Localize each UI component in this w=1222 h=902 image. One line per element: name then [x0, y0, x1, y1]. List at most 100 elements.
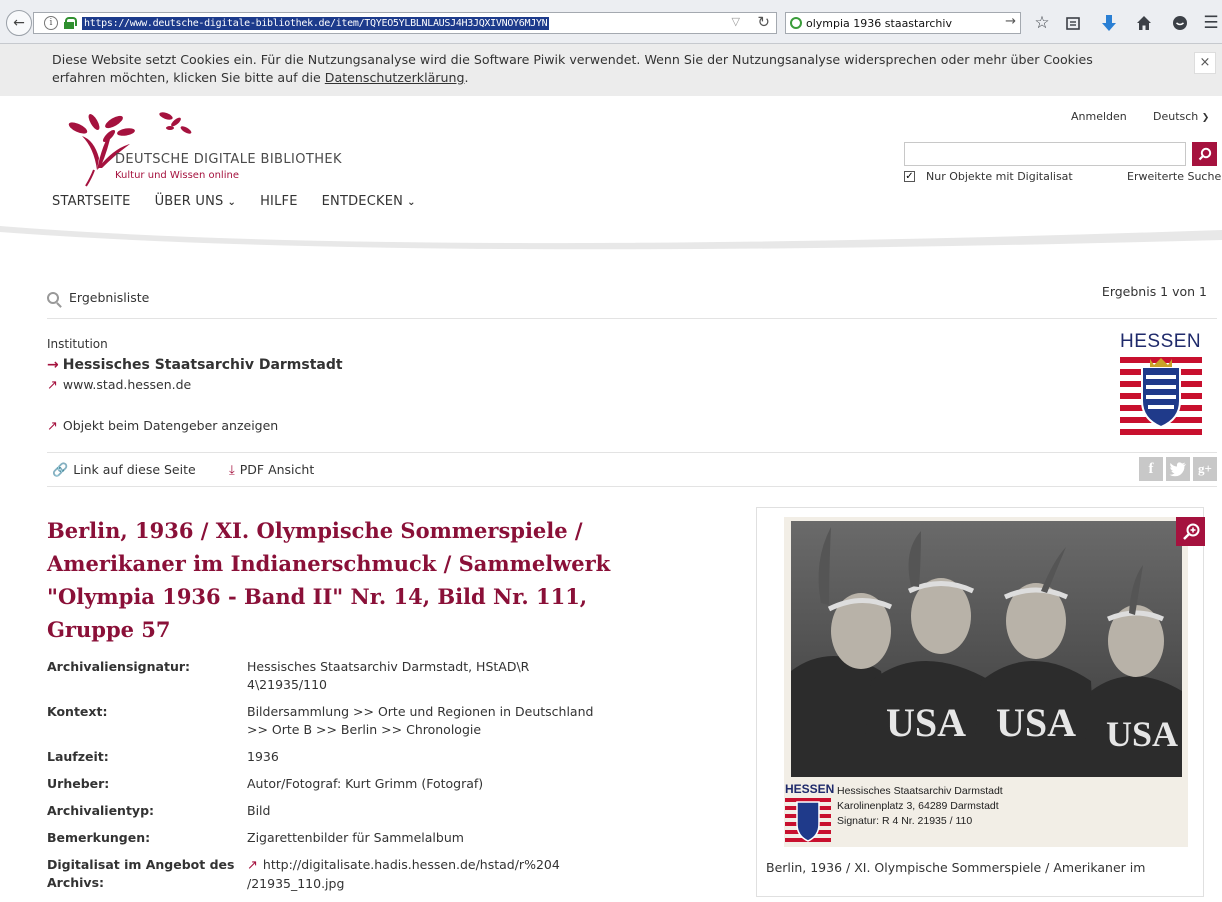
metadata-value: 1936 — [247, 749, 279, 764]
site-search-button[interactable] — [1192, 142, 1217, 166]
login-link[interactable]: Anmelden — [1071, 110, 1127, 123]
arrow-right-icon: → — [47, 357, 59, 373]
address-bar[interactable]: i https://www.deutsche-digitale-biblioth… — [33, 12, 777, 34]
close-icon[interactable]: × — [1194, 52, 1216, 74]
metadata-row: Archivaliensignatur: Hessisches Staatsarc… — [47, 658, 627, 694]
stamp-coat-of-arms-icon — [785, 798, 831, 842]
external-link-icon: ↗ — [47, 378, 58, 393]
metadata-row: Urheber: Autor/Fotograf: Kurt Grimm (Foto… — [47, 775, 627, 793]
search-go-arrow-icon[interactable]: → — [1005, 14, 1016, 29]
nav-discover[interactable]: ENTDECKEN ⌄ — [322, 194, 416, 209]
metadata-value: Autor/Fotograf: Kurt Grimm (Fotograf) — [247, 776, 484, 791]
divider — [47, 452, 1217, 453]
site-search-input[interactable] — [904, 142, 1186, 166]
jersey-text: USA — [1106, 714, 1178, 754]
nav-about[interactable]: ÜBER UNS ⌄ — [155, 194, 237, 209]
chat-icon[interactable] — [1169, 12, 1191, 34]
object-title: Berlin, 1936 / XI. Olympische Sommerspie… — [47, 518, 611, 642]
hessen-coat-of-arms-icon — [1120, 357, 1202, 435]
jersey-text: USA — [886, 700, 966, 745]
chevron-down-icon: ❯ — [1201, 113, 1210, 123]
hessen-logo[interactable]: HESSEN — [1120, 331, 1204, 443]
metadata-row: Archivalientyp: Bild — [47, 802, 627, 820]
metadata-key: Laufzeit: — [47, 749, 109, 764]
view-at-provider-link[interactable]: ↗ Objekt beim Datengeber anzeigen — [47, 418, 278, 434]
nav-home-label: STARTSEITE — [52, 194, 131, 209]
metadata-key: Digitalisat im Angebot des Archivs: — [47, 857, 235, 890]
cookie-period: . — [464, 70, 469, 85]
url-text[interactable]: https://www.deutsche-digitale-bibliothek… — [82, 16, 550, 30]
metadata-row: Digitalisat im Angebot des Archivs: ↗ http… — [47, 856, 627, 893]
permalink-button[interactable]: 🔗 Link auf diese Seite — [52, 462, 196, 478]
metadata-key: Archivaliensignatur: — [47, 659, 191, 674]
institution-link[interactable]: → Hessisches Staatsarchiv Darmstadt — [47, 357, 343, 373]
lock-icon — [64, 17, 77, 29]
hessen-logo-text: HESSEN — [1120, 331, 1202, 352]
nav-help[interactable]: HILFE — [260, 194, 298, 209]
privacy-link[interactable]: Datenschutzerklärung — [325, 70, 465, 85]
metadata-value: Bild — [247, 803, 271, 818]
pdf-view-label: PDF Ansicht — [239, 462, 315, 477]
metadata-key: Bemerkungen: — [47, 830, 151, 845]
language-selector[interactable]: Deutsch ❯ — [1153, 110, 1209, 123]
search-icon — [47, 291, 59, 304]
advanced-search-link[interactable]: Erweiterte Suche — [1127, 170, 1221, 183]
divider — [47, 318, 1217, 319]
browser-search-input[interactable]: olympia 1936 staastarchiv — [806, 17, 952, 30]
only-digitized-checkbox[interactable]: ✓ — [904, 171, 915, 182]
download-icon: ⤓ — [229, 463, 235, 478]
metadata-key: Urheber: — [47, 776, 110, 791]
home-icon[interactable] — [1133, 12, 1155, 34]
logo-subtitle: Kultur und Wissen online — [115, 170, 239, 181]
result-list-label: Ergebnisliste — [69, 290, 150, 305]
institution-name: Hessisches Staatsarchiv Darmstadt — [62, 357, 343, 373]
nav-about-label: ÜBER UNS — [154, 194, 224, 209]
stamp-line: Signatur: R 4 Nr. 21935 / 110 — [837, 815, 973, 827]
digitized-link[interactable]: ↗ http://digitalisate.hadis.hessen.de/hst… — [247, 856, 607, 893]
divider — [47, 486, 1217, 487]
bookmark-star-icon[interactable]: ☆ — [1031, 12, 1053, 34]
cookie-banner: Diese Website setzt Cookies ein. Für die… — [0, 44, 1222, 96]
cookie-message: Diese Website setzt Cookies ein. Für die… — [52, 52, 1093, 85]
reading-list-icon[interactable] — [1062, 12, 1084, 34]
google-plus-icon[interactable]: g+ — [1193, 457, 1217, 481]
result-list-link[interactable]: Ergebnisliste — [47, 290, 149, 305]
dropdown-triangle-icon[interactable]: ▽ — [732, 15, 740, 28]
external-link-icon: ↗ — [247, 858, 258, 873]
browser-search-bar[interactable]: olympia 1936 staastarchiv → — [785, 12, 1021, 34]
institution-url-link[interactable]: ↗ www.stad.hessen.de — [47, 377, 191, 393]
permalink-label: Link auf diese Seite — [73, 462, 196, 477]
view-at-provider-label: Objekt beim Datengeber anzeigen — [62, 418, 279, 433]
menu-icon[interactable]: ☰ — [1200, 12, 1222, 34]
metadata-table: Archivaliensignatur: Hessisches Staatsarc… — [47, 658, 627, 902]
twitter-icon[interactable] — [1166, 457, 1190, 481]
metadata-key: Archivalientyp: — [47, 803, 155, 818]
jersey-text: USA — [996, 700, 1076, 745]
browser-toolbar: ← i https://www.deutsche-digitale-biblio… — [0, 0, 1222, 44]
link-chain-icon: 🔗 — [52, 463, 69, 478]
external-link-icon: ↗ — [47, 419, 58, 434]
stamp-logo-text: HESSEN — [785, 782, 835, 796]
back-arrow-icon[interactable]: ← — [6, 10, 32, 36]
object-photo[interactable]: USA USA USA — [791, 521, 1182, 777]
reload-icon[interactable]: ↻ — [757, 13, 770, 31]
zoom-button[interactable] — [1176, 517, 1205, 546]
download-arrow-icon[interactable] — [1098, 12, 1120, 34]
chevron-down-icon: ⌄ — [407, 197, 416, 208]
nav-discover-label: ENTDECKEN — [321, 194, 404, 209]
language-label: Deutsch — [1153, 110, 1199, 123]
institution-url: www.stad.hessen.de — [62, 377, 192, 392]
nav-home[interactable]: STARTSEITE — [52, 194, 131, 209]
pdf-view-button[interactable]: ⤓ PDF Ansicht — [229, 462, 314, 478]
facebook-icon[interactable]: f — [1139, 457, 1163, 481]
metadata-row: Kontext: Bildersammlung >> Orte und Regio… — [47, 703, 627, 739]
zoom-in-icon — [1182, 523, 1199, 540]
logo-title[interactable]: DEUTSCHE DIGITALE BIBLIOTHEK — [115, 152, 342, 167]
metadata-key: Kontext: — [47, 704, 108, 719]
info-icon[interactable]: i — [44, 16, 58, 30]
metadata-row: Bemerkungen: Zigarettenbilder für Sammela… — [47, 829, 627, 847]
search-icon — [1198, 147, 1211, 161]
only-digitized-label[interactable]: Nur Objekte mit Digitalisat — [926, 170, 1073, 183]
stamp-line: Hessisches Staatsarchiv Darmstadt — [837, 785, 1003, 797]
search-engine-icon[interactable] — [790, 17, 802, 29]
